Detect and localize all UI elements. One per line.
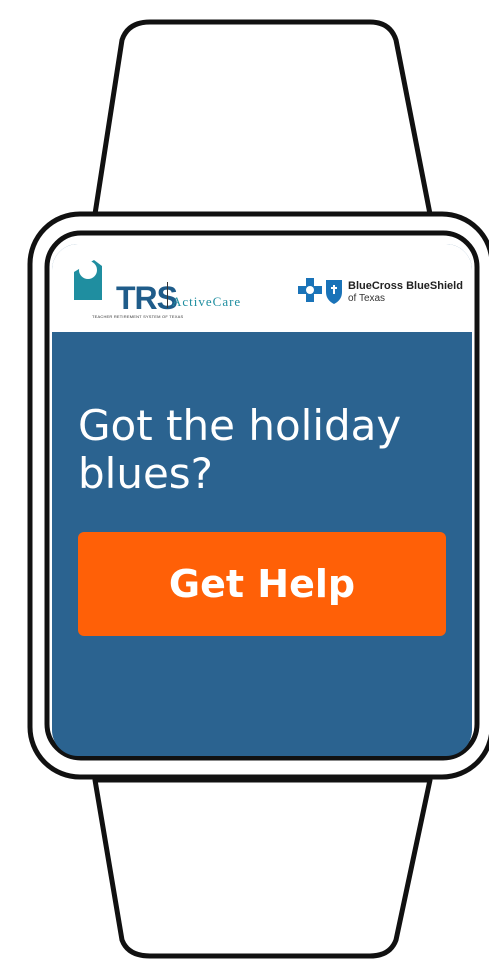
trs-subtitle: TEACHER RETIREMENT SYSTEM OF TEXAS <box>92 314 184 319</box>
bcbs-cross-shield-icon <box>298 278 342 304</box>
apple-icon <box>74 256 102 300</box>
logo-divider <box>167 282 168 308</box>
get-help-button[interactable]: Get Help <box>78 532 446 636</box>
bcbs-subtitle: of Texas <box>348 293 386 304</box>
bcbs-name: BlueCross BlueShield <box>348 280 463 292</box>
activecare-logo-text: ActiveCare <box>172 294 242 309</box>
trs-activecare-logo: TRS ActiveCare TEACHER RETIREMENT SYSTEM… <box>72 256 240 319</box>
bcbs-logo: BlueCross BlueShield of Texas <box>298 276 468 306</box>
watch-screen: TRS ActiveCare TEACHER RETIREMENT SYSTEM… <box>52 244 472 756</box>
ad-header: TRS ActiveCare TEACHER RETIREMENT SYSTEM… <box>52 244 472 332</box>
ad-headline: Got the holiday blues? <box>78 401 402 498</box>
